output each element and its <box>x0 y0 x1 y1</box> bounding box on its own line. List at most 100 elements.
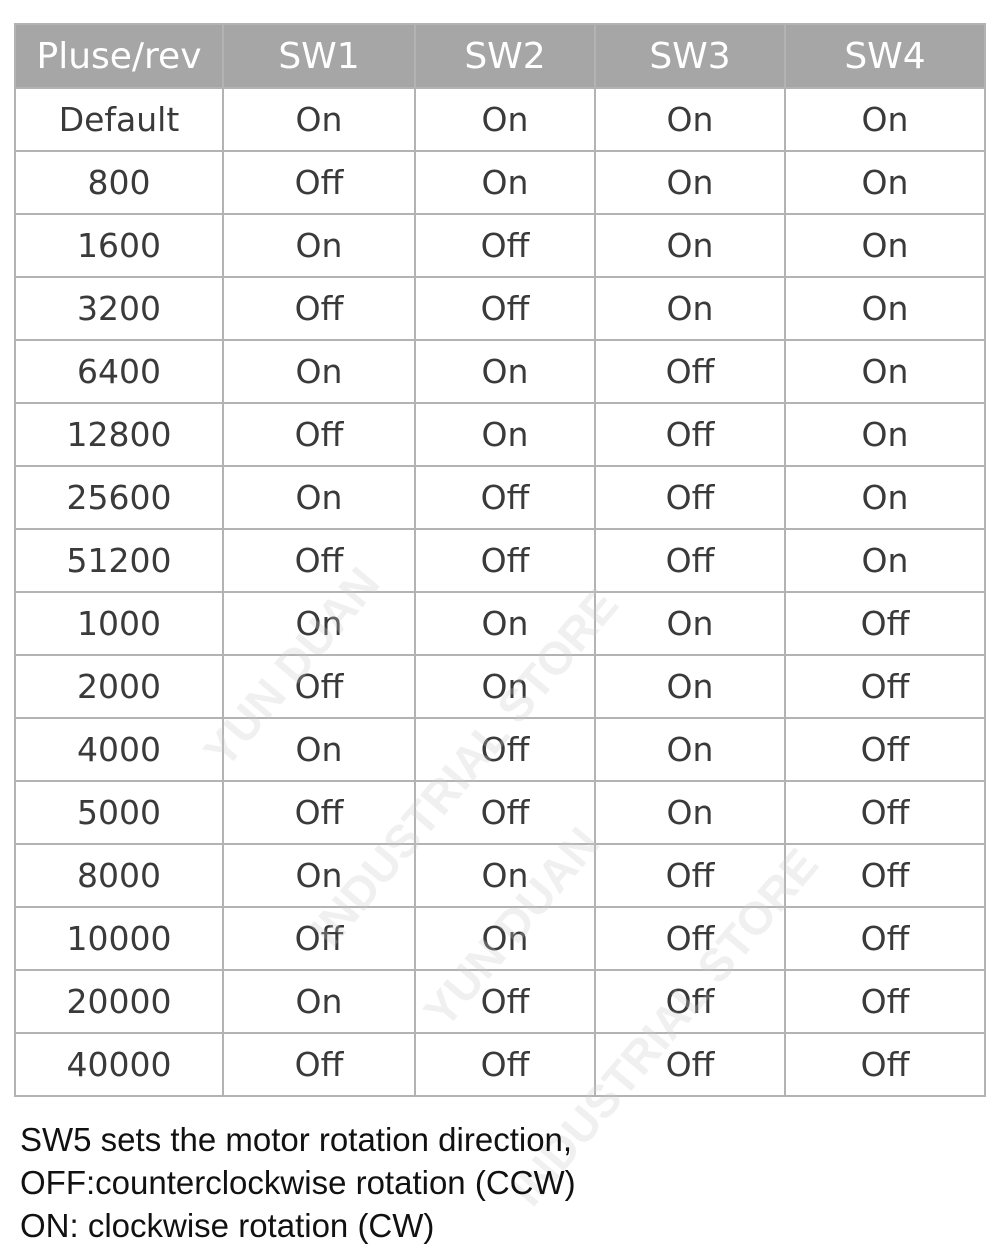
pulse-cell: 40000 <box>14 1032 224 1097</box>
switch-state-cell: On <box>414 87 596 152</box>
table-row: 8000 On On Off Off <box>14 843 986 908</box>
switch-state-cell: Off <box>222 654 416 719</box>
switch-state-cell: On <box>784 213 986 278</box>
switch-state-cell: Off <box>594 465 786 530</box>
pulse-cell: 20000 <box>14 969 224 1034</box>
switch-state-cell: On <box>222 465 416 530</box>
switch-state-cell: On <box>594 717 786 782</box>
switch-state-cell: Off <box>414 528 596 593</box>
switch-state-cell: On <box>784 339 986 404</box>
table-row: 5000 Off Off On Off <box>14 780 986 845</box>
switch-state-cell: Off <box>414 465 596 530</box>
table-row: 10000 Off On Off Off <box>14 906 986 971</box>
switch-state-cell: Off <box>594 1032 786 1097</box>
switch-state-cell: On <box>222 591 416 656</box>
switch-state-cell: On <box>594 276 786 341</box>
pulse-cell: 800 <box>14 150 224 215</box>
switch-state-cell: On <box>784 465 986 530</box>
switch-state-cell: Off <box>222 906 416 971</box>
switch-state-cell: Off <box>594 528 786 593</box>
pulse-cell: 1600 <box>14 213 224 278</box>
pulse-cell: 5000 <box>14 780 224 845</box>
switch-state-cell: On <box>594 591 786 656</box>
switch-state-cell: Off <box>594 969 786 1034</box>
switch-state-cell: On <box>222 339 416 404</box>
switch-state-cell: Off <box>594 906 786 971</box>
pulse-cell: 10000 <box>14 906 224 971</box>
switch-state-cell: On <box>784 528 986 593</box>
switch-state-cell: On <box>594 87 786 152</box>
switch-state-cell: Off <box>222 150 416 215</box>
table-row: 2000 Off On On Off <box>14 654 986 719</box>
table-row: 20000 On Off Off Off <box>14 969 986 1034</box>
switch-state-cell: Off <box>594 843 786 908</box>
switch-state-cell: Off <box>414 1032 596 1097</box>
table-row: 1600 On Off On On <box>14 213 986 278</box>
switch-state-cell: On <box>414 591 596 656</box>
switch-state-cell: Off <box>594 339 786 404</box>
table-row: 3200 Off Off On On <box>14 276 986 341</box>
table-row: 25600 On Off Off On <box>14 465 986 530</box>
table-row: 12800 Off On Off On <box>14 402 986 467</box>
switch-state-cell: On <box>414 654 596 719</box>
switch-state-cell: Off <box>784 591 986 656</box>
switch-state-cell: Off <box>784 654 986 719</box>
dip-switch-table: Pluse/rev SW1 SW2 SW3 SW4 Default On On On On 800… <box>14 23 986 1097</box>
column-header: SW3 <box>594 23 786 89</box>
switch-state-cell: Off <box>414 276 596 341</box>
switch-state-cell: On <box>784 87 986 152</box>
switch-state-cell: On <box>784 402 986 467</box>
switch-state-cell: On <box>414 339 596 404</box>
switch-state-cell: Off <box>594 402 786 467</box>
pulse-cell: 4000 <box>14 717 224 782</box>
column-header: Pluse/rev <box>14 23 224 89</box>
note-line: SW5 sets the motor rotation direction, <box>20 1121 573 1158</box>
switch-state-cell: On <box>222 717 416 782</box>
switch-state-cell: On <box>784 276 986 341</box>
switch-state-cell: On <box>594 780 786 845</box>
switch-state-cell: On <box>784 150 986 215</box>
switch-state-cell: Off <box>414 213 596 278</box>
pulse-cell: Default <box>14 87 224 152</box>
switch-state-cell: Off <box>784 1032 986 1097</box>
table-row: 6400 On On Off On <box>14 339 986 404</box>
switch-state-cell: Off <box>784 969 986 1034</box>
pulse-cell: 8000 <box>14 843 224 908</box>
note-line: ON: clockwise rotation (CW) <box>20 1207 435 1244</box>
column-header: SW4 <box>784 23 986 89</box>
table-row: Default On On On On <box>14 87 986 152</box>
switch-state-cell: On <box>414 843 596 908</box>
column-header: SW1 <box>222 23 416 89</box>
switch-state-cell: On <box>414 150 596 215</box>
switch-state-cell: On <box>594 654 786 719</box>
switch-state-cell: Off <box>222 276 416 341</box>
switch-state-cell: Off <box>414 780 596 845</box>
switch-state-cell: Off <box>414 717 596 782</box>
pulse-cell: 25600 <box>14 465 224 530</box>
table-row: 800 Off On On On <box>14 150 986 215</box>
pulse-cell: 6400 <box>14 339 224 404</box>
pulse-cell: 2000 <box>14 654 224 719</box>
pulse-cell: 12800 <box>14 402 224 467</box>
note-line: OFF:counterclockwise rotation (CCW) <box>20 1164 576 1201</box>
switch-state-cell: Off <box>222 528 416 593</box>
switch-state-cell: Off <box>222 780 416 845</box>
header-row: Pluse/rev SW1 SW2 SW3 SW4 <box>14 23 986 89</box>
switch-state-cell: Off <box>784 906 986 971</box>
switch-state-cell: On <box>222 87 416 152</box>
switch-state-cell: On <box>594 213 786 278</box>
pulse-cell: 3200 <box>14 276 224 341</box>
table-row: 51200 Off Off Off On <box>14 528 986 593</box>
column-header: SW2 <box>414 23 596 89</box>
switch-state-cell: On <box>222 213 416 278</box>
switch-state-cell: Off <box>414 969 596 1034</box>
table-row: 1000 On On On Off <box>14 591 986 656</box>
switch-state-cell: On <box>222 969 416 1034</box>
switch-state-cell: Off <box>222 1032 416 1097</box>
table-row: 40000 Off Off Off Off <box>14 1032 986 1097</box>
switch-state-cell: On <box>414 906 596 971</box>
pulse-cell: 1000 <box>14 591 224 656</box>
switch-state-cell: On <box>414 402 596 467</box>
switch-state-cell: Off <box>222 402 416 467</box>
switch-state-cell: On <box>222 843 416 908</box>
